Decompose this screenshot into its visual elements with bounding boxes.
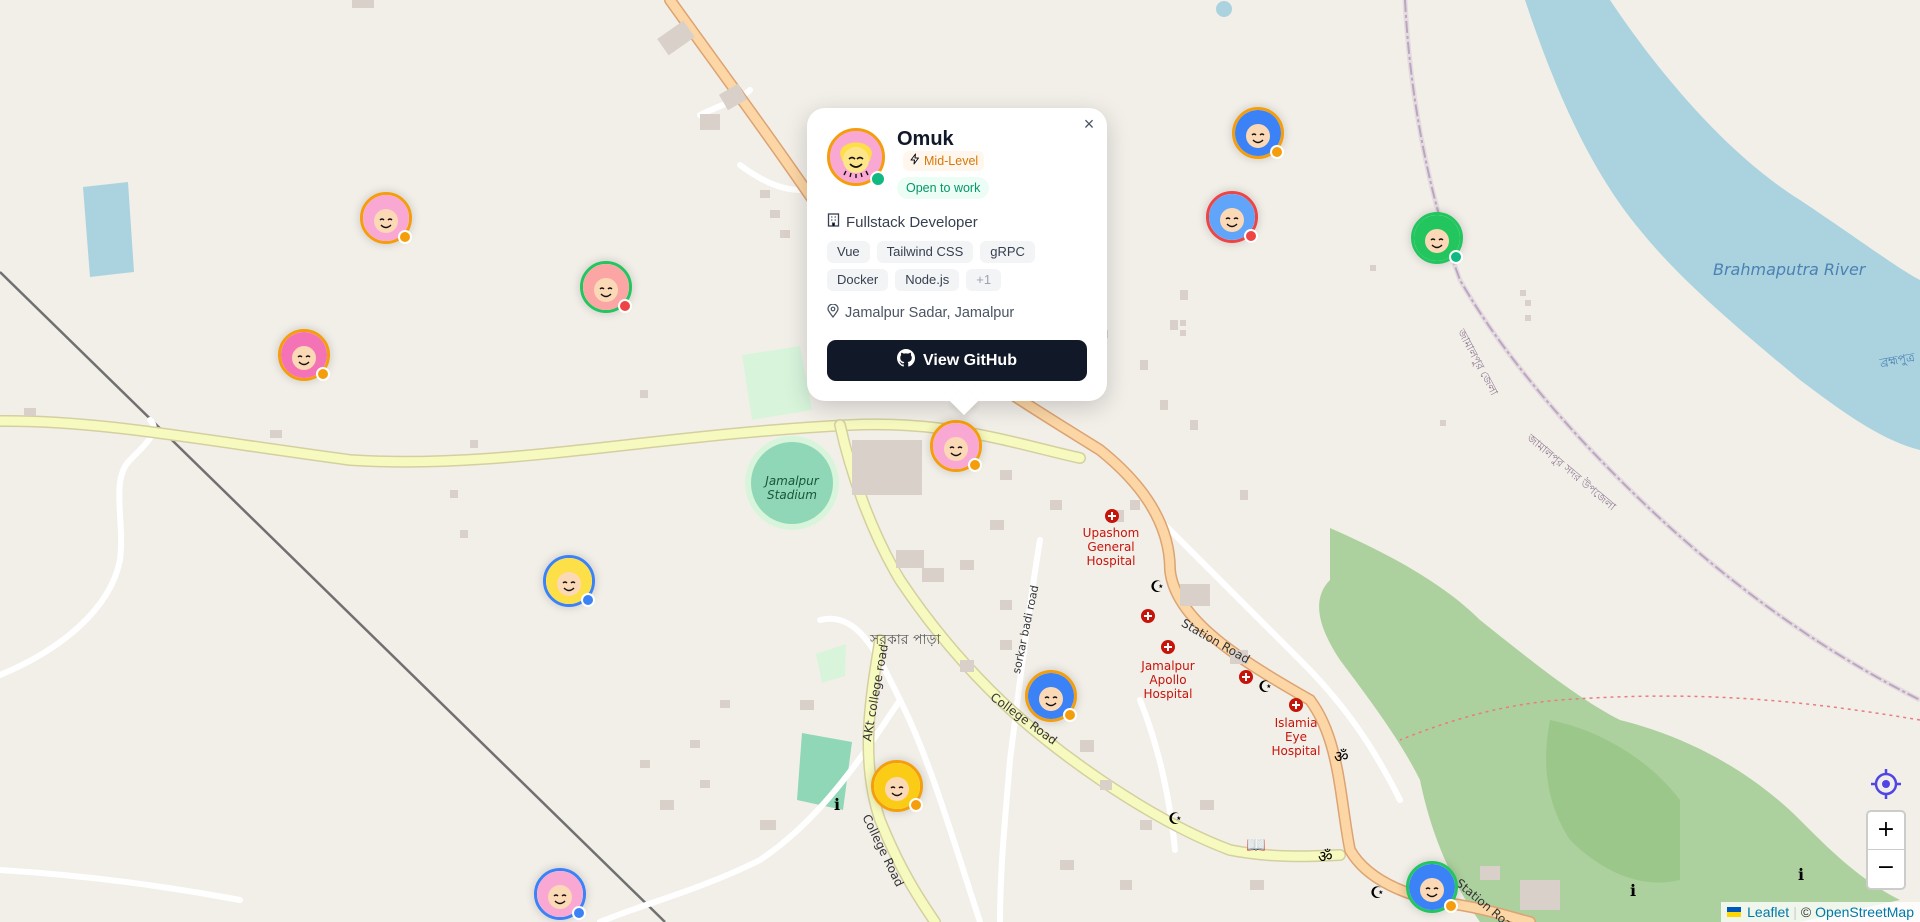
- status-dot: [1270, 145, 1284, 159]
- developer-name: Omuk: [897, 128, 954, 150]
- zoom-control: + −: [1866, 810, 1906, 890]
- zoom-out-button[interactable]: −: [1868, 850, 1904, 888]
- map-canvas[interactable]: ☪ ☪ ☪ ☪ ॐ ॐ ℹ ℹ ℹ 📖 Brahmaputra River ব্…: [0, 0, 1920, 922]
- status-dot: [1449, 250, 1463, 264]
- popup-avatar: [827, 128, 886, 187]
- svg-text:ℹ: ℹ: [1630, 881, 1636, 900]
- developer-marker[interactable]: [278, 329, 330, 381]
- developer-marker[interactable]: [1232, 107, 1284, 159]
- svg-text:☪: ☪: [1150, 577, 1164, 596]
- park: [742, 346, 812, 420]
- level-text: Mid-Level: [924, 154, 979, 168]
- svg-text:ॐ: ॐ: [1334, 747, 1349, 766]
- status-dot: [1244, 229, 1258, 243]
- status-dot: [1063, 708, 1077, 722]
- skill-tag: Node.js: [895, 269, 960, 291]
- ukraine-flag-icon: [1727, 907, 1742, 917]
- level-badge: Mid-Level: [903, 151, 985, 171]
- map-attribution: Leaflet | © OpenStreetMap: [1721, 902, 1920, 922]
- park-2: [816, 644, 846, 683]
- developer-marker[interactable]: [1411, 212, 1463, 264]
- status-dot: [909, 798, 923, 812]
- skill-tag: Vue: [827, 241, 870, 263]
- developer-popup: × Omuk Mid-Level Open to work Fullstack …: [807, 108, 1107, 416]
- locate-button[interactable]: [1866, 766, 1906, 806]
- developer-marker[interactable]: [360, 192, 412, 244]
- map-pin-icon: [827, 303, 839, 322]
- water-block: [83, 182, 134, 277]
- openstreetmap-link[interactable]: OpenStreetMap: [1815, 902, 1914, 922]
- crosshair-icon: [1870, 768, 1902, 805]
- minor-roads: [0, 87, 1403, 922]
- status-badge: Open to work: [897, 177, 990, 199]
- status-dot: [572, 906, 586, 920]
- zoom-in-button[interactable]: +: [1868, 812, 1904, 850]
- status-dot: [316, 367, 330, 381]
- availability-dot: [870, 171, 886, 187]
- status-dot: [1444, 899, 1458, 913]
- svg-text:ॐ: ॐ: [1318, 847, 1333, 866]
- building-icon: [827, 213, 840, 231]
- svg-text:ℹ: ℹ: [834, 795, 840, 814]
- close-button[interactable]: ×: [1077, 112, 1101, 136]
- developer-marker[interactable]: [1025, 670, 1077, 722]
- skills-list: Vue Tailwind CSS gRPC Docker Node.js +1: [827, 241, 1089, 291]
- stadium-field: [751, 442, 833, 524]
- svg-text:ℹ: ℹ: [1798, 865, 1804, 884]
- view-github-button[interactable]: View GitHub: [827, 340, 1087, 381]
- developer-marker[interactable]: [930, 420, 982, 472]
- river-shape: [1525, 0, 1920, 450]
- developer-marker[interactable]: [1206, 191, 1258, 243]
- location-row: Jamalpur Sadar, Jamalpur: [827, 303, 1015, 322]
- developer-marker[interactable]: [1406, 861, 1458, 913]
- view-github-label: View GitHub: [923, 351, 1017, 369]
- status-dot: [968, 458, 982, 472]
- role-row: Fullstack Developer: [827, 213, 978, 231]
- pond: [1216, 1, 1232, 17]
- role-text: Fullstack Developer: [846, 213, 978, 231]
- skill-tag: Docker: [827, 269, 889, 291]
- svg-text:☪: ☪: [1168, 809, 1182, 828]
- lightning-icon: [909, 151, 921, 171]
- attribution-separator: |: [1793, 904, 1797, 920]
- attribution-copyright: ©: [1800, 904, 1812, 920]
- svg-text:☪: ☪: [1370, 883, 1384, 902]
- github-icon: [897, 349, 916, 372]
- developer-marker[interactable]: [534, 868, 586, 920]
- svg-text:☪: ☪: [1258, 677, 1272, 696]
- svg-text:📖: 📖: [1246, 835, 1266, 854]
- skill-tag: Tailwind CSS: [876, 241, 974, 263]
- developer-marker[interactable]: [543, 555, 595, 607]
- skill-tag: gRPC: [980, 241, 1035, 263]
- developer-marker[interactable]: [871, 760, 923, 812]
- more-skills-tag: +1: [966, 269, 1002, 291]
- status-dot: [618, 299, 632, 313]
- developer-marker[interactable]: [580, 261, 632, 313]
- status-dot: [581, 593, 595, 607]
- status-dot: [398, 230, 412, 244]
- location-text: Jamalpur Sadar, Jamalpur: [845, 305, 1015, 321]
- leaflet-link[interactable]: Leaflet: [1747, 902, 1789, 922]
